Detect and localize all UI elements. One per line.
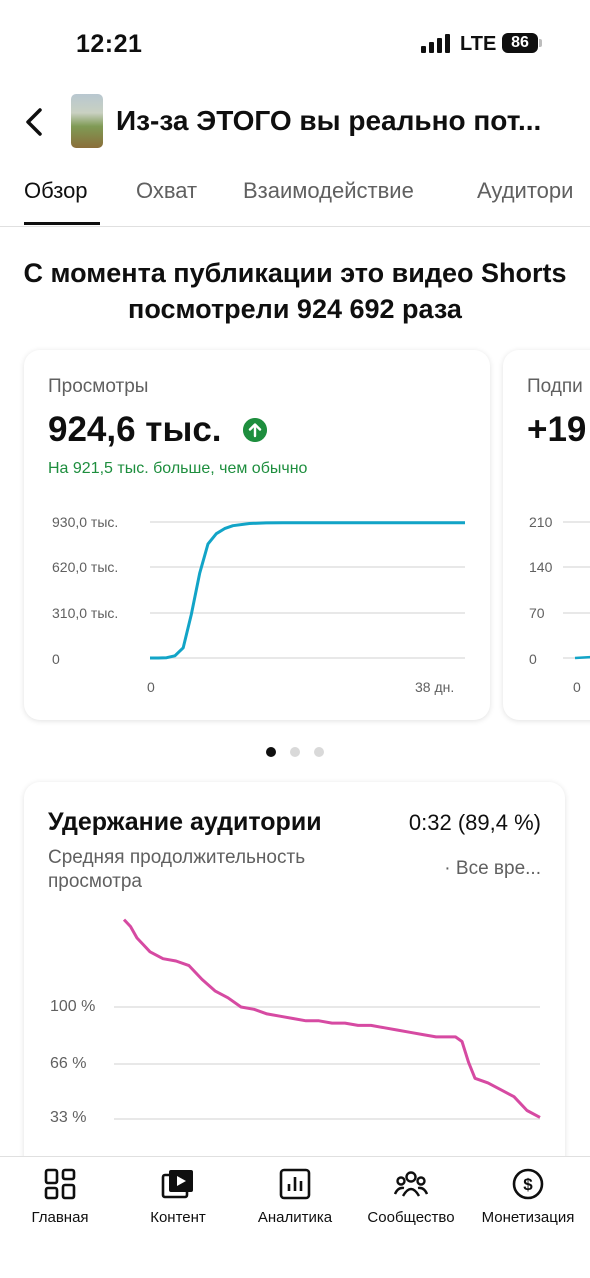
battery-icon: 86 bbox=[502, 33, 542, 53]
cellular-signal-icon bbox=[421, 34, 450, 53]
nav-monetization[interactable]: $ Монетизация bbox=[476, 1167, 580, 1226]
video-thumbnail[interactable] bbox=[71, 94, 103, 148]
tab-bar: Обзор Охват Взаимодействие Аудитори bbox=[0, 162, 590, 227]
carousel-dot[interactable] bbox=[290, 747, 300, 757]
nav-content-label: Контент bbox=[150, 1209, 206, 1226]
nav-content[interactable]: Контент bbox=[143, 1167, 213, 1226]
nav-analytics-label: Аналитика bbox=[257, 1209, 333, 1226]
overview-content: С момента публикации это видео Shorts по… bbox=[0, 227, 590, 1157]
carousel-dot[interactable] bbox=[266, 747, 276, 757]
network-type: LTE bbox=[460, 33, 497, 55]
battery-level: 86 bbox=[502, 33, 538, 53]
tab-overview[interactable]: Обзор bbox=[24, 178, 88, 204]
dollar-icon: $ bbox=[512, 1168, 544, 1200]
views-card[interactable]: Просмотры 924,6 тыс. На 921,5 тыс. больш… bbox=[24, 350, 490, 720]
dashboard-icon bbox=[44, 1168, 76, 1200]
active-tab-indicator bbox=[24, 222, 100, 225]
back-arrow-icon[interactable] bbox=[18, 102, 54, 142]
nav-home-label: Главная bbox=[31, 1209, 89, 1226]
community-icon bbox=[394, 1171, 428, 1197]
header: Из-за ЭТОГО вы реально пот... bbox=[0, 90, 590, 162]
svg-text:$: $ bbox=[523, 1175, 533, 1194]
tab-audience[interactable]: Аудитори bbox=[477, 178, 573, 204]
summary-headline: С момента публикации это видео Shorts по… bbox=[23, 258, 567, 324]
nav-monetization-label: Монетизация bbox=[481, 1209, 575, 1226]
subscribers-card[interactable]: Подпи +19 210 140 70 0 0 bbox=[503, 350, 590, 720]
series-line bbox=[122, 918, 541, 1119]
video-title: Из-за ЭТОГО вы реально пот... bbox=[116, 105, 542, 136]
views-chart bbox=[150, 521, 465, 660]
nav-community-label: Сообщество bbox=[367, 1209, 455, 1226]
audience-retention-card[interactable]: Удержание аудитории 0:32 (89,4 %) Средня… bbox=[24, 782, 565, 1157]
nav-analytics[interactable]: Аналитика bbox=[254, 1167, 336, 1226]
carousel-dot[interactable] bbox=[314, 747, 324, 757]
series-line bbox=[150, 521, 465, 660]
content-icon bbox=[161, 1170, 193, 1199]
nav-community[interactable]: Сообщество bbox=[362, 1167, 460, 1226]
tab-engagement[interactable]: Взаимодействие bbox=[243, 178, 414, 204]
retention-chart bbox=[114, 918, 541, 1120]
analytics-icon bbox=[279, 1168, 311, 1200]
nav-home[interactable]: Главная bbox=[28, 1167, 92, 1226]
subscribers-chart bbox=[563, 521, 590, 660]
status-time: 12:21 bbox=[76, 30, 143, 58]
status-bar: 12:21 LTE 86 bbox=[0, 0, 590, 90]
tab-reach[interactable]: Охват bbox=[136, 178, 197, 204]
bottom-navigation: Главная Контент Аналитика Сообщество $ М… bbox=[0, 1156, 590, 1278]
